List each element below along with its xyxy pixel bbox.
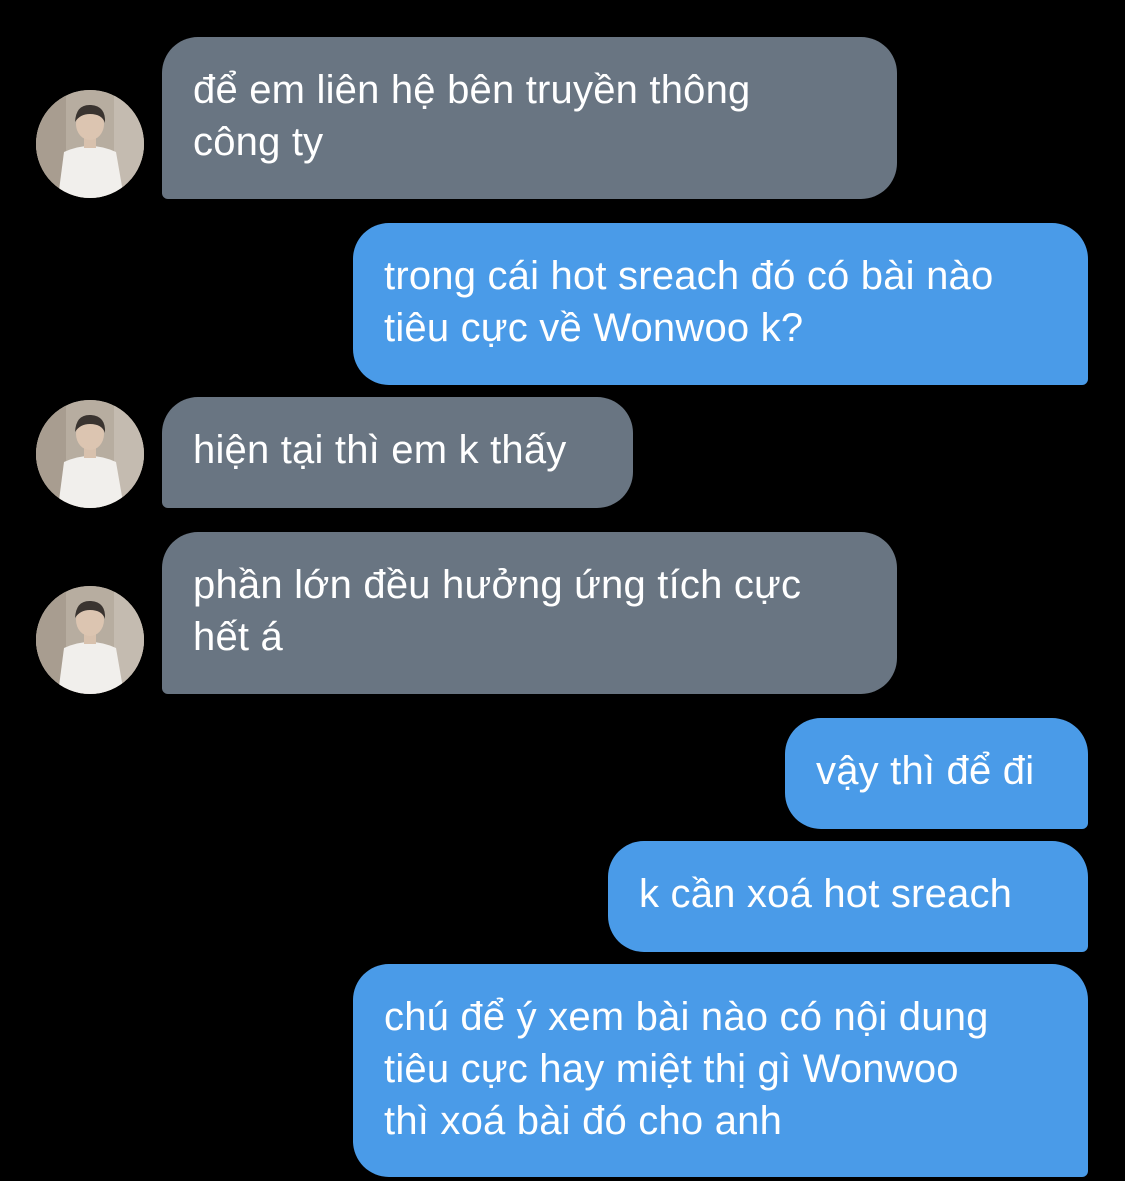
contact-avatar[interactable] (36, 400, 144, 508)
contact-avatar[interactable] (36, 586, 144, 694)
message-bubble-incoming[interactable]: hiện tại thì em k thấy (162, 397, 633, 508)
message-bubble-incoming[interactable]: để em liên hệ bên truyền thông công ty (162, 37, 897, 199)
message-bubble-incoming[interactable]: phần lớn đều hưởng ứng tích cực hết á (162, 532, 897, 694)
person-photo-avatar-icon (36, 90, 144, 198)
message-bubble-outgoing[interactable]: trong cái hot sreach đó có bài nào tiêu … (353, 223, 1088, 385)
person-photo-avatar-icon (36, 400, 144, 508)
contact-avatar[interactable] (36, 90, 144, 198)
message-bubble-outgoing[interactable]: vậy thì để đi (785, 718, 1088, 829)
message-bubble-outgoing[interactable]: chú để ý xem bài nào có nội dung tiêu cự… (353, 964, 1088, 1177)
message-bubble-outgoing[interactable]: k cần xoá hot sreach (608, 841, 1088, 952)
person-photo-avatar-icon (36, 586, 144, 694)
